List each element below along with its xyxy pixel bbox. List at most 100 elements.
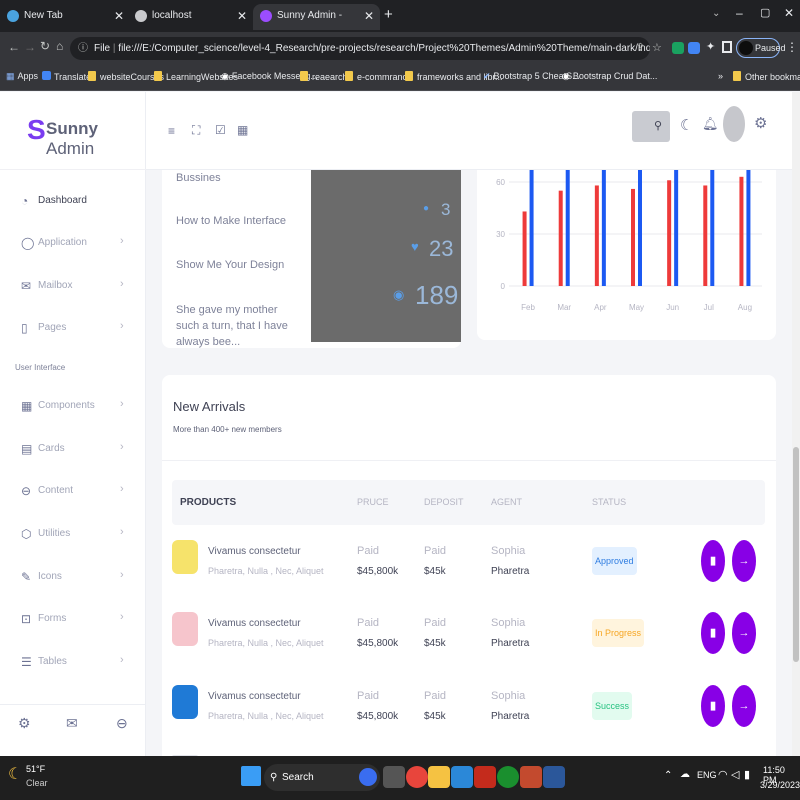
- bar-series-1[interactable]: [522, 211, 527, 286]
- url-input[interactable]: ⓘ File | file:///E:/Computer_science/lev…: [70, 37, 650, 60]
- bar-series-1[interactable]: [703, 185, 708, 286]
- browser-tab[interactable]: New Tab ✕: [0, 4, 130, 30]
- maximize-icon[interactable]: ▢: [760, 6, 770, 19]
- bar-series-2[interactable]: [710, 170, 715, 286]
- bookmark-button[interactable]: ▮: [701, 612, 725, 654]
- forward-icon[interactable]: →: [24, 40, 36, 54]
- mail-icon[interactable]: ✉: [66, 715, 78, 732]
- bookmark-folder[interactable]: reaearch: [300, 71, 348, 82]
- post-title[interactable]: How to Make Interface: [176, 215, 286, 227]
- product-name[interactable]: Vivamus consectetur: [208, 546, 301, 557]
- tab-search-icon[interactable]: ⌄: [712, 8, 720, 19]
- search-button[interactable]: ⚲: [632, 111, 670, 142]
- windows-start-icon[interactable]: [241, 766, 261, 786]
- post-title[interactable]: Show Me Your Design: [176, 259, 284, 271]
- sidebar-item-pages[interactable]: ▯ Pages ›: [0, 317, 146, 341]
- app-icon[interactable]: [474, 766, 496, 788]
- user-avatar[interactable]: [723, 106, 745, 142]
- bar-series-2[interactable]: [638, 170, 642, 286]
- language-indicator[interactable]: ENG: [697, 770, 717, 780]
- bookmark-star-icon[interactable]: ☆: [652, 41, 662, 54]
- dark-mode-icon[interactable]: ☾: [680, 116, 693, 134]
- bar-series-1[interactable]: [594, 185, 599, 286]
- bookmark-translate[interactable]: Translate: [42, 71, 91, 82]
- menu-dots-icon[interactable]: ⋮: [786, 40, 798, 54]
- extension-icon[interactable]: [672, 42, 684, 54]
- chevron-up-icon[interactable]: ⌃: [664, 770, 672, 781]
- back-icon[interactable]: ←: [8, 40, 20, 54]
- volume-icon[interactable]: ◁: [731, 768, 739, 781]
- browser-tab-active[interactable]: Sunny Admin - Dashboard ✕: [253, 4, 380, 45]
- sidebar-item-components[interactable]: ▦ Components ›: [0, 395, 146, 419]
- bar-series-2[interactable]: [565, 170, 570, 286]
- checklist-icon[interactable]: ☑: [215, 123, 226, 137]
- taskbar-search[interactable]: ⚲ Search: [264, 764, 380, 791]
- browser-tab[interactable]: localhost ✕: [128, 4, 253, 30]
- new-tab-button[interactable]: +: [384, 6, 393, 23]
- wifi-icon[interactable]: ◠: [718, 768, 728, 781]
- sidebar-item-application[interactable]: ◯ Application ›: [0, 232, 146, 256]
- bookmark-folder[interactable]: websiteCourses: [88, 71, 164, 82]
- translate-extension-icon[interactable]: [688, 42, 700, 54]
- bar-series-2[interactable]: [746, 170, 751, 286]
- bookmark-button[interactable]: ▮: [701, 540, 725, 582]
- logo[interactable]: S Sunny Admin: [0, 92, 146, 170]
- share-icon[interactable]: ⇪: [636, 41, 645, 54]
- bookmark-apps[interactable]: ▦ Apps: [6, 71, 38, 82]
- bookmark-button[interactable]: ▮: [701, 685, 725, 727]
- sidebar-item-tables[interactable]: ☰ Tables ›: [0, 651, 146, 675]
- lock-icon[interactable]: ⊖: [116, 715, 128, 732]
- post-excerpt[interactable]: She gave my mother such a turn, that I h…: [176, 302, 296, 350]
- product-name[interactable]: Vivamus consectetur: [208, 618, 301, 629]
- bar-series-2[interactable]: [674, 170, 679, 286]
- mail-app-icon[interactable]: [451, 766, 473, 788]
- bookmark-crud[interactable]: ◉ Bootstrap Crud Dat...: [562, 71, 657, 82]
- chrome-icon[interactable]: [406, 766, 428, 788]
- minimize-icon[interactable]: –: [736, 6, 743, 20]
- sidebar-item-mailbox[interactable]: ✉ Mailbox ›: [0, 275, 146, 299]
- sidepanel-icon[interactable]: [722, 41, 732, 53]
- store-icon[interactable]: [520, 766, 542, 788]
- page-scrollbar[interactable]: [792, 92, 800, 756]
- home-icon[interactable]: ⌂: [56, 39, 63, 53]
- file-explorer-icon[interactable]: [428, 766, 450, 788]
- menu-icon[interactable]: ≡: [168, 124, 175, 138]
- scrollbar-thumb[interactable]: [793, 447, 799, 662]
- post-title[interactable]: Bussines: [176, 172, 221, 184]
- arrow-right-button[interactable]: →: [732, 540, 756, 582]
- weather-temp[interactable]: 51°F: [26, 764, 45, 774]
- close-tab-icon[interactable]: ✕: [237, 4, 247, 28]
- bell-icon[interactable]: 🔔︎: [702, 116, 719, 132]
- window-close-icon[interactable]: ✕: [784, 6, 794, 20]
- sidebar-item-forms[interactable]: ⊡ Forms ›: [0, 608, 146, 632]
- bar-series-2[interactable]: [601, 170, 606, 286]
- cloud-icon[interactable]: ☁: [680, 769, 690, 780]
- word-icon[interactable]: [543, 766, 565, 788]
- profile-paused-button[interactable]: Paused: [736, 38, 786, 58]
- arrow-right-button[interactable]: →: [732, 685, 756, 727]
- sidebar-item-icons[interactable]: ✎ Icons ›: [0, 566, 146, 590]
- xbox-icon[interactable]: [497, 766, 519, 788]
- other-bookmarks[interactable]: Other bookmarks: [733, 71, 800, 82]
- task-view-icon[interactable]: [383, 766, 405, 788]
- more-bookmarks-icon[interactable]: »: [718, 71, 723, 81]
- clock-date[interactable]: 3/29/2023: [760, 780, 800, 790]
- puzzle-icon[interactable]: ✦: [706, 40, 715, 53]
- sidebar-item-dashboard[interactable]: ◔ Dashboard: [0, 190, 146, 214]
- settings-gear-icon[interactable]: ⚙: [754, 114, 767, 132]
- arrow-right-button[interactable]: →: [732, 612, 756, 654]
- bar-series-1[interactable]: [631, 188, 635, 286]
- fullscreen-icon[interactable]: ⛶: [192, 123, 200, 138]
- bar-series-1[interactable]: [558, 190, 563, 286]
- battery-icon[interactable]: ▮: [744, 768, 750, 781]
- reload-icon[interactable]: ↻: [40, 39, 50, 53]
- sidebar-item-content[interactable]: ⊖ Content ›: [0, 480, 146, 504]
- settings-icon[interactable]: ⚙: [18, 715, 31, 732]
- bar-series-1[interactable]: [739, 176, 744, 286]
- product-name[interactable]: Vivamus consectetur: [208, 691, 301, 702]
- calendar-icon[interactable]: ▦: [237, 123, 248, 137]
- sidebar-item-cards[interactable]: ▤ Cards ›: [0, 438, 146, 462]
- close-tab-icon[interactable]: ✕: [364, 4, 374, 28]
- bar-series-2[interactable]: [529, 170, 534, 286]
- close-tab-icon[interactable]: ✕: [114, 4, 124, 28]
